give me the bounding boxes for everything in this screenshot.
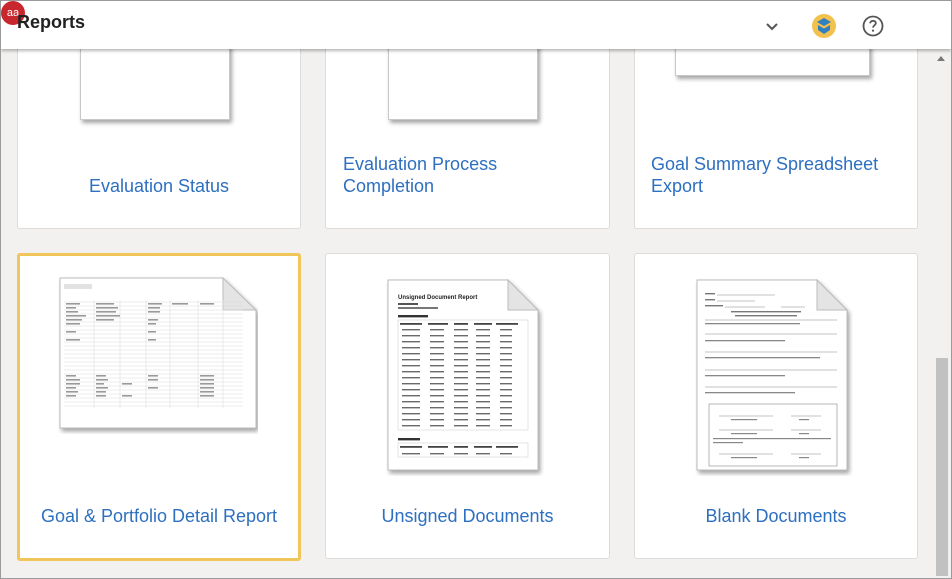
app-window: Reports aa Evaluation Status Evaluation … (0, 0, 952, 579)
page-title: Reports (17, 12, 86, 32)
report-thumbnail (388, 49, 538, 120)
scrollbar-thumb[interactable] (936, 358, 948, 576)
reports-grid: Evaluation Status Evaluation Process Com… (1, 49, 933, 578)
report-thumbnail (675, 49, 870, 76)
report-card-goal-portfolio-detail[interactable]: Goal & Portfolio Detail Report (17, 253, 301, 561)
report-card-label: Unsigned Documents (381, 506, 554, 526)
app-logo-icon[interactable] (811, 13, 837, 39)
report-card-goal-summary-spreadsheet-export[interactable]: Goal Summary Spreadsheet Export (634, 49, 918, 229)
report-card-unsigned-documents[interactable]: Unsigned Document Report Unsigned Docume… (325, 253, 610, 559)
report-card-label: Goal & Portfolio Detail Report (40, 506, 278, 526)
report-card-evaluation-process-completion[interactable]: Evaluation Process Completion (325, 49, 610, 229)
report-card-label: Evaluation Process Completion (343, 154, 498, 196)
help-icon[interactable] (860, 13, 886, 39)
report-card-evaluation-status[interactable]: Evaluation Status (17, 49, 301, 229)
report-card-label: Goal Summary Spreadsheet Export (651, 154, 879, 196)
thumbnail-title: Unsigned Document Report (398, 295, 477, 301)
report-thumbnail (80, 49, 230, 120)
report-card-blank-documents[interactable]: Blank Documents (634, 253, 918, 559)
chevron-down-icon[interactable] (759, 13, 785, 39)
report-card-label: Blank Documents (705, 506, 847, 526)
top-bar: Reports aa (1, 1, 951, 49)
report-card-label: Evaluation Status (88, 176, 230, 196)
document-thumbnail: Unsigned Document Report (387, 278, 540, 471)
scroll-up-icon[interactable] (937, 56, 945, 61)
spreadsheet-thumbnail (59, 276, 258, 429)
blank-form-thumbnail (696, 278, 849, 471)
